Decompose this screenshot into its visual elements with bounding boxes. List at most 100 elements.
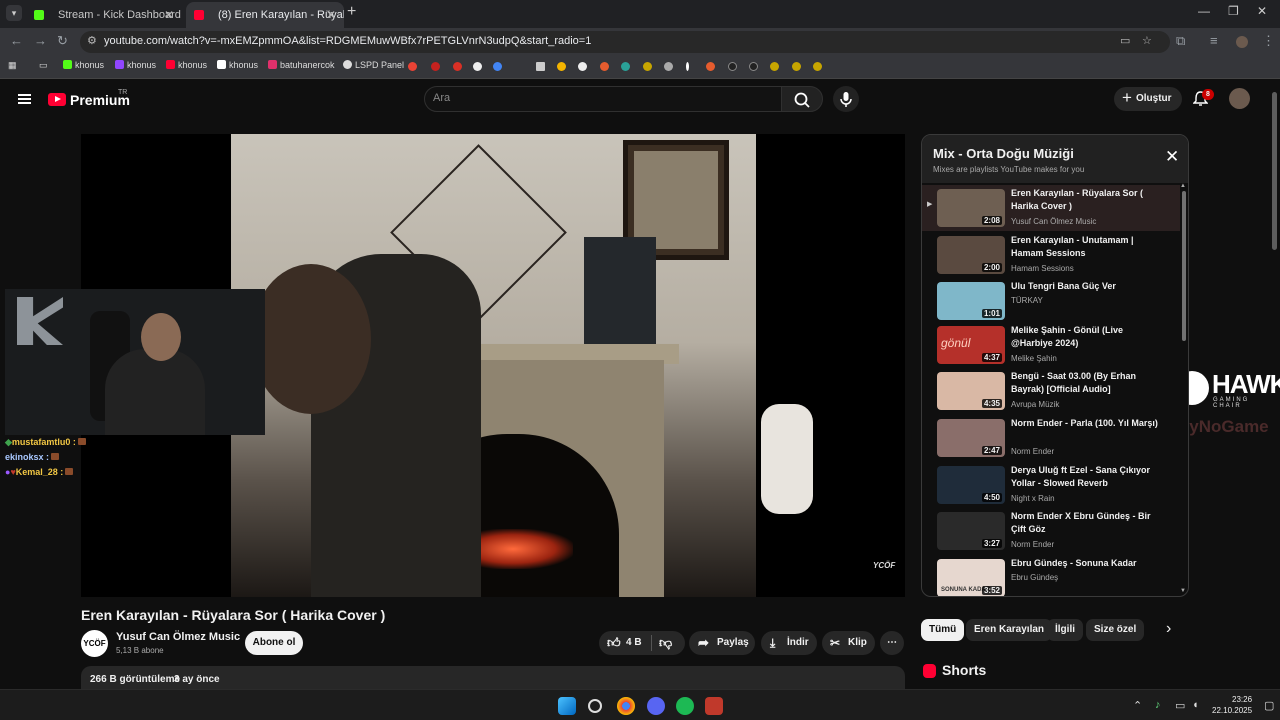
tab-youtube[interactable]: (8) Eren Karayılan - Rüyalara Sor ✕ <box>186 2 344 28</box>
bookmark-instagram[interactable]: batuhanercok <box>268 60 335 70</box>
maximize-button[interactable]: ❐ <box>1228 4 1239 18</box>
app-icon[interactable] <box>705 697 723 715</box>
new-tab-button[interactable]: + <box>347 3 356 21</box>
bookmark-youtube[interactable]: khonus <box>166 60 207 70</box>
playlist-item[interactable]: SONUNA KADAR 3:52 Ebru Gündeş - Sonuna Kad… <box>922 555 1180 596</box>
video-thumbnail[interactable]: 4:35 <box>937 372 1005 410</box>
guide-menu-icon[interactable] <box>18 94 31 104</box>
bookmark-icon[interactable] <box>473 62 482 71</box>
playlist-item[interactable]: 1:01 Ulu Tengri Bana Güç Ver TÜRKAY <box>922 278 1180 324</box>
playlist-title[interactable]: Mix - Orta Doğu Müziği <box>933 146 1074 161</box>
search-icon[interactable] <box>588 699 602 713</box>
bookmark-icon[interactable] <box>643 62 652 71</box>
channel-watermark[interactable]: YCÖF <box>873 561 895 570</box>
notifications-icon[interactable]: ▢ <box>1264 699 1274 712</box>
more-actions-button[interactable]: ⋯ <box>880 631 904 655</box>
bookmark-icon[interactable] <box>706 62 715 71</box>
bookmark-icon[interactable] <box>621 62 630 71</box>
bookmark-icon[interactable] <box>493 62 502 71</box>
clock[interactable]: 23:26 22.10.2025 <box>1212 694 1252 716</box>
bookmark-twitch[interactable]: khonus <box>115 60 156 70</box>
tab-search-button[interactable]: ▾ <box>6 5 22 21</box>
bookmark-lspd[interactable]: LSPD Panel <box>343 60 404 70</box>
bookmark-icon[interactable] <box>600 62 609 71</box>
bookmark-icon[interactable] <box>813 62 822 71</box>
playlist-item[interactable]: 2:47 Norm Ender - Parla (100. Yıl Marşı) N… <box>922 415 1180 461</box>
close-playlist-button[interactable]: ✕ <box>1165 148 1179 165</box>
video-thumbnail[interactable]: gönül 4:37 <box>937 326 1005 364</box>
chrome-icon[interactable] <box>617 697 635 715</box>
scroll-up-icon[interactable]: ▲ <box>1180 183 1186 189</box>
extensions-icon[interactable]: ⧉ <box>1176 33 1185 49</box>
video-thumbnail[interactable]: 4:50 <box>937 466 1005 504</box>
discord-icon[interactable] <box>647 697 665 715</box>
bookmark-icon[interactable] <box>686 62 689 71</box>
scroll-down-icon[interactable]: ▼ <box>1180 588 1186 594</box>
playlist-item[interactable]: 3:27 Norm Ender X Ebru Gündeş - Bir Çift … <box>922 508 1180 554</box>
bookmark-icon[interactable] <box>792 62 801 71</box>
close-window-button[interactable]: ✕ <box>1257 4 1267 18</box>
back-icon[interactable]: ← <box>10 33 23 48</box>
chip-related[interactable]: İlgili <box>1047 619 1083 641</box>
network-icon[interactable]: ▭ <box>1175 699 1185 712</box>
chip-for-you[interactable]: Size özel <box>1086 619 1145 641</box>
close-icon[interactable]: ✕ <box>326 2 336 28</box>
bookmark-star-icon[interactable]: ☆ <box>1142 34 1152 47</box>
playlist-item[interactable]: gönül 4:37 Melike Şahin - Gönül (Live @Har… <box>922 322 1180 368</box>
like-icon[interactable]: 👍︎ <box>607 631 621 655</box>
like-count[interactable]: 4 B <box>626 631 642 655</box>
bookmark-x[interactable]: khonus <box>217 60 258 70</box>
tab-kick-dashboard[interactable]: Stream - Kick Dashboard ✕ <box>26 2 182 28</box>
close-icon[interactable]: ✕ <box>164 2 174 28</box>
forward-icon[interactable]: → <box>34 33 47 48</box>
bookmark-icon[interactable] <box>664 62 673 71</box>
playlist-item[interactable]: 4:35 Bengü - Saat 03.00 (By Erhan Bayrak)… <box>922 368 1180 414</box>
page-scrollbar[interactable] <box>1272 92 1277 250</box>
start-icon[interactable] <box>558 697 576 715</box>
chip-all[interactable]: Tümü <box>921 619 965 641</box>
bookmark-icon[interactable] <box>770 62 779 71</box>
video-thumbnail[interactable]: 2:00 <box>937 236 1005 274</box>
video-thumbnail[interactable]: 1:01 <box>937 282 1005 320</box>
cast-icon[interactable]: ▭ <box>1120 34 1130 47</box>
playlist-item[interactable]: ▶ 2:08 Eren Karayılan - Rüyalara Sor ( Har… <box>922 185 1180 231</box>
share-button[interactable]: ➦ Paylaş <box>689 631 755 655</box>
bookmark-icon[interactable] <box>728 62 737 71</box>
video-thumbnail[interactable]: 3:27 <box>937 512 1005 550</box>
gmail-icon[interactable] <box>431 62 440 71</box>
video-thumbnail[interactable]: 2:47 <box>937 419 1005 457</box>
chip-eren-karayilan[interactable]: Eren Karayılan <box>966 619 1053 641</box>
menu-icon[interactable]: ⋮ <box>1262 33 1275 49</box>
bookmark-icon[interactable] <box>557 62 566 71</box>
video-thumbnail[interactable]: SONUNA KADAR 3:52 <box>937 559 1005 596</box>
clip-button[interactable]: ✂ Klip <box>822 631 875 655</box>
search-button[interactable] <box>781 86 823 112</box>
download-button[interactable]: ⤓ İndir <box>761 631 817 655</box>
chevron-up-icon[interactable]: ⌃ <box>1133 699 1142 712</box>
voice-search-button[interactable] <box>833 86 859 112</box>
apps-icon[interactable]: ▦ <box>8 60 17 71</box>
volume-icon[interactable]: ◖ <box>1192 699 1199 711</box>
bookmark-kick[interactable]: khonus <box>63 60 104 70</box>
bookmark-icon[interactable] <box>749 62 758 71</box>
spotify-icon[interactable] <box>676 697 694 715</box>
playlist-item[interactable]: 2:00 Eren Karayılan - Unutamam | Hamam Se… <box>922 232 1180 278</box>
minimize-button[interactable]: — <box>1198 4 1210 18</box>
account-avatar[interactable] <box>1229 88 1250 109</box>
bookmark-icon[interactable] <box>578 62 587 71</box>
media-icon[interactable]: ≡ <box>1210 33 1218 48</box>
subscribe-button[interactable]: Abone ol <box>245 631 303 655</box>
search-input[interactable] <box>433 92 763 104</box>
dislike-icon[interactable]: 👎︎ <box>659 631 672 655</box>
playlist-item[interactable]: 4:50 Derya Uluğ ft Ezel - Sana Çıkıyor Yo… <box>922 462 1180 508</box>
create-button[interactable]: Oluştur <box>1114 86 1182 111</box>
gmail-icon[interactable] <box>408 62 417 71</box>
channel-name[interactable]: Yusuf Can Ölmez Music <box>116 631 240 643</box>
microphone-icon[interactable]: ♪ <box>1155 699 1161 711</box>
site-info-icon[interactable]: ⚙ <box>87 34 97 47</box>
playlist-scrollbar[interactable] <box>1182 191 1186 341</box>
profile-avatar[interactable] <box>1236 36 1248 48</box>
gmail-icon[interactable] <box>453 62 462 71</box>
bookmark-icon[interactable] <box>536 62 545 71</box>
folder-icon[interactable]: ▭ <box>39 60 48 71</box>
